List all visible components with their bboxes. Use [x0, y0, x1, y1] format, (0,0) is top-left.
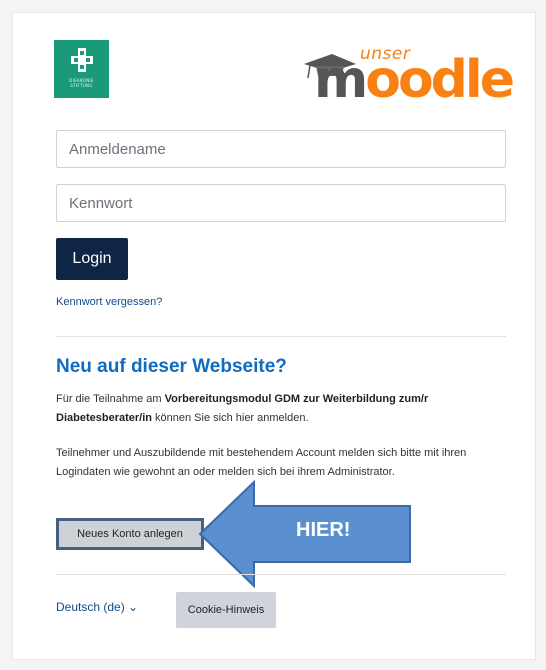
- arrow-annotation-label: HIER!: [296, 519, 351, 541]
- signup-heading: Neu auf dieser Webseite?: [56, 356, 287, 377]
- existing-account-note: Teilnehmer und Auszubildende mit bestehe…: [56, 447, 467, 478]
- moodle-logo: unser moodle: [302, 42, 515, 110]
- cookie-notice-button[interactable]: Cookie-Hinweis: [176, 592, 276, 628]
- signup-instructions: Für die Teilnahme am Vorbereitungsmodul …: [56, 393, 429, 424]
- create-account-button[interactable]: Neues Konto anlegen: [56, 518, 204, 550]
- username-input[interactable]: [56, 130, 506, 168]
- login-button[interactable]: Login: [56, 238, 128, 280]
- logo-row: DIEAKONIE STIFTUNG unser moodle: [44, 40, 515, 120]
- institution-logo-text: DIEAKONIE STIFTUNG: [69, 78, 94, 88]
- divider: [56, 336, 506, 337]
- forgot-password-link[interactable]: Kennwort vergessen?: [56, 296, 162, 308]
- institution-logo: DIEAKONIE STIFTUNG: [54, 40, 109, 98]
- moodle-logo-word: moodle: [314, 50, 515, 110]
- password-input[interactable]: [56, 184, 506, 222]
- chevron-down-icon: ⌄: [128, 600, 139, 614]
- language-label: Deutsch (de): [56, 600, 125, 614]
- language-selector[interactable]: Deutsch (de) ⌄: [56, 600, 138, 614]
- divider: [56, 574, 506, 575]
- building-icon: [70, 48, 93, 72]
